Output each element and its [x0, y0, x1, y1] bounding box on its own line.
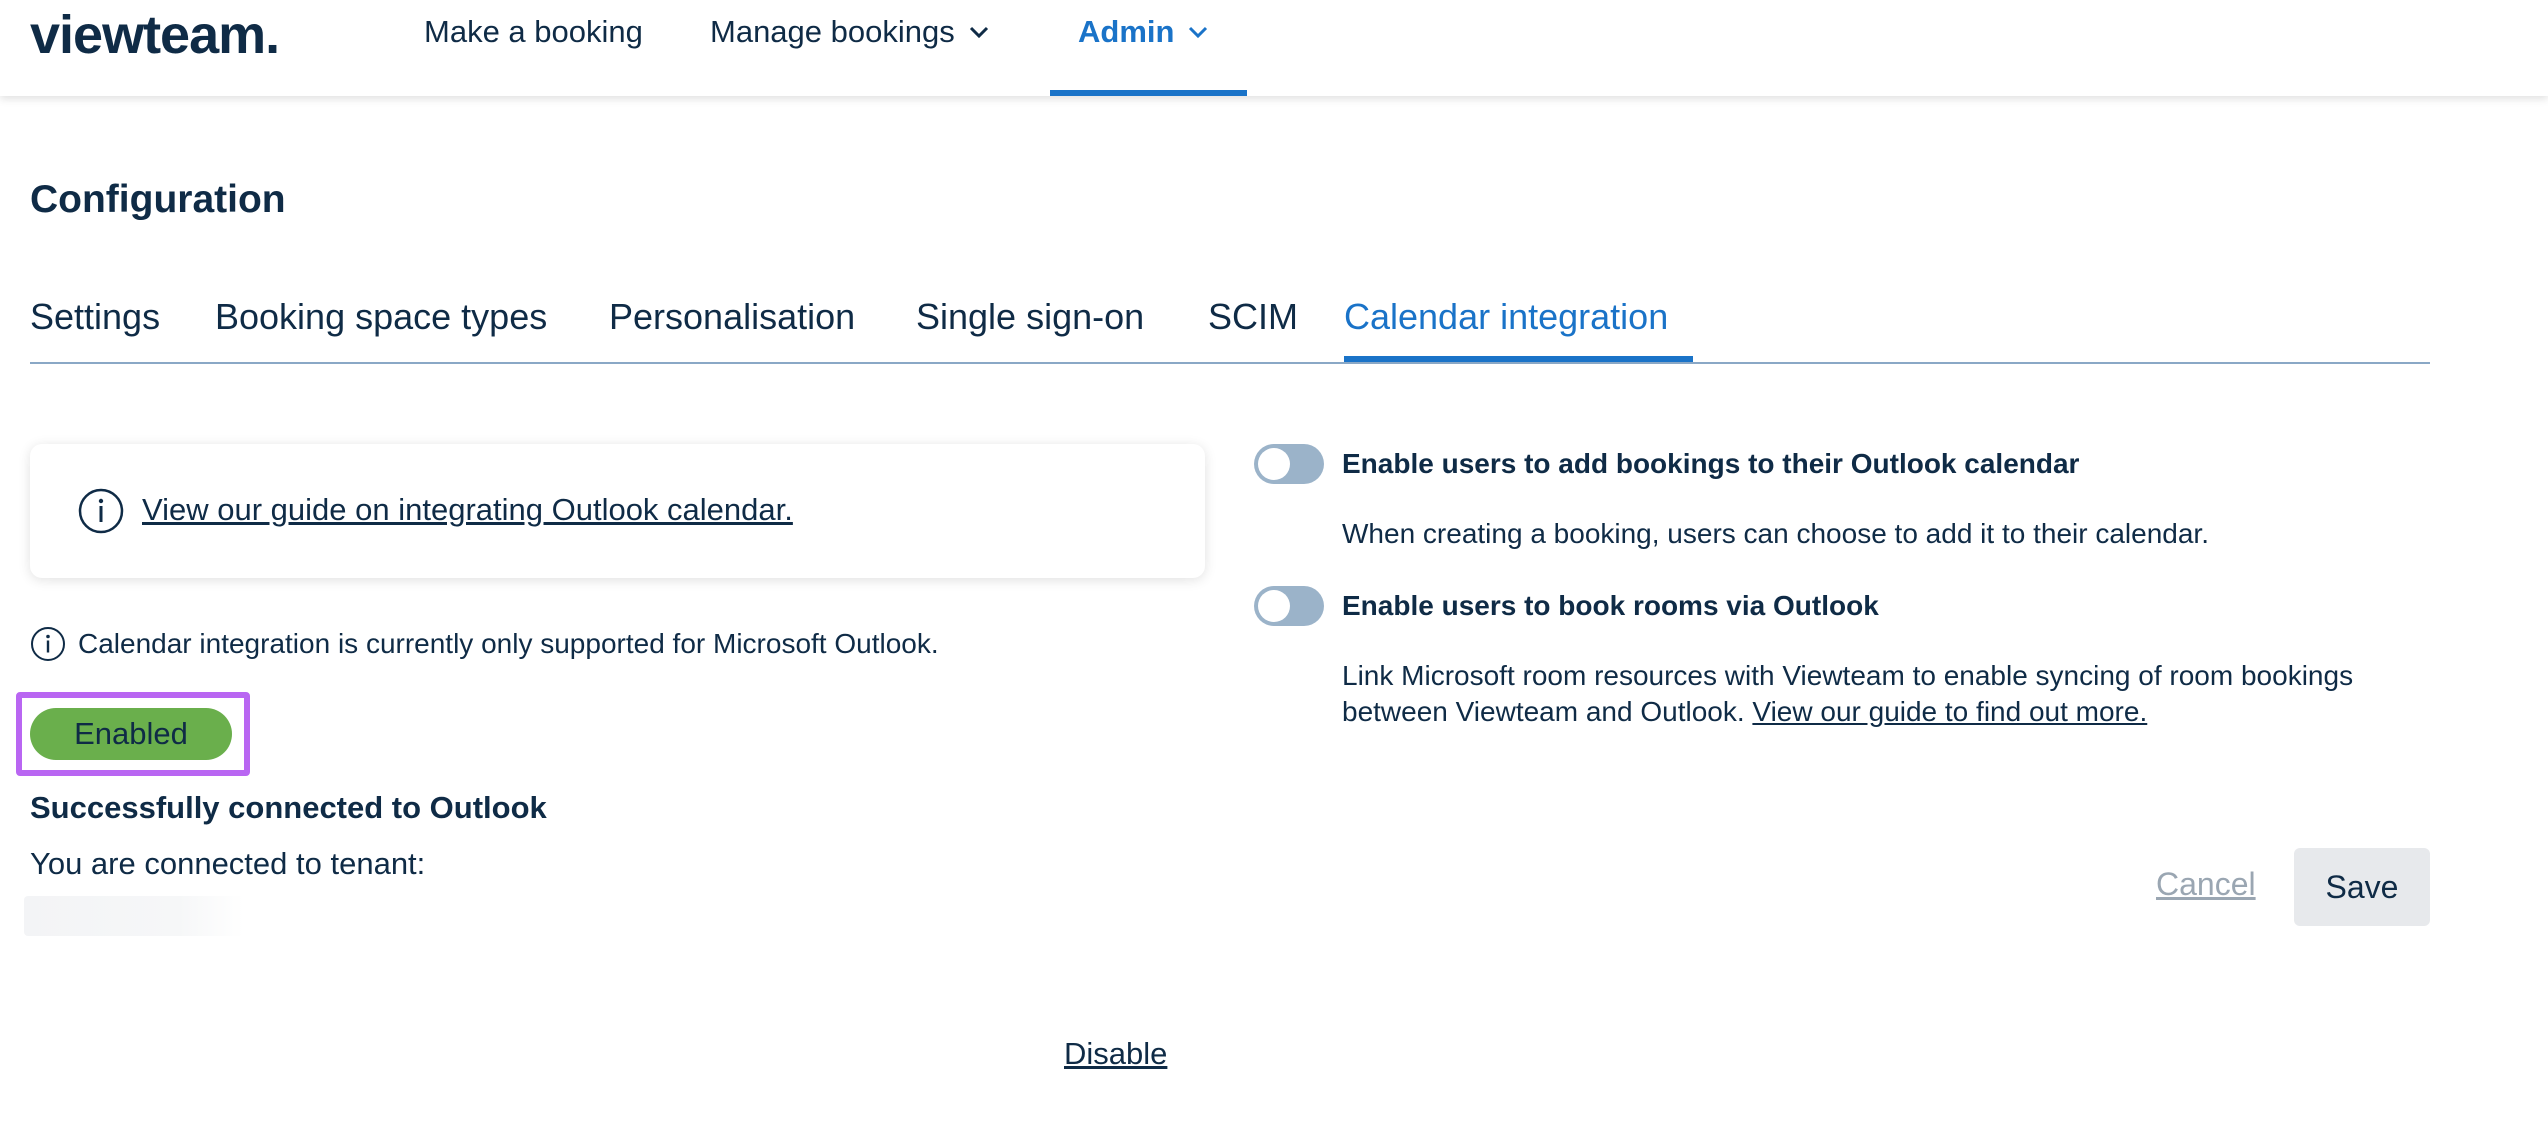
option-title-add-bookings: Enable users to add bookings to their Ou…	[1342, 448, 2080, 479]
viewteam-logo[interactable]: viewteam.	[30, 4, 280, 66]
top-navigation-bar: viewteam. Make a booking Manage bookings…	[0, 0, 2548, 96]
option-title-book-rooms: Enable users to book rooms via Outlook	[1342, 590, 1879, 621]
cancel-button[interactable]: Cancel	[2156, 866, 2256, 903]
chevron-down-icon	[1189, 26, 1208, 39]
config-tabs: Settings Booking space types Personalisa…	[30, 290, 2430, 364]
tenant-label: You are connected to tenant:	[30, 846, 426, 881]
nav-manage-bookings-label: Manage bookings	[710, 14, 955, 49]
chevron-down-icon	[969, 26, 988, 39]
save-button[interactable]: Save	[2294, 848, 2430, 926]
nav-active-indicator	[1050, 90, 1247, 96]
book-rooms-toggle[interactable]	[1254, 586, 1324, 626]
toggle-knob	[1258, 590, 1290, 622]
tab-single-sign-on[interactable]: Single sign-on	[916, 296, 1144, 338]
nav-make-a-booking-label: Make a booking	[424, 14, 643, 49]
nav-make-a-booking[interactable]: Make a booking	[424, 14, 643, 50]
nav-manage-bookings[interactable]: Manage bookings	[710, 14, 989, 50]
tab-personalisation[interactable]: Personalisation	[609, 296, 855, 338]
room-guide-link[interactable]: View our guide to find out more.	[1752, 696, 2147, 727]
tab-calendar-integration[interactable]: Calendar integration	[1344, 296, 1668, 338]
tab-active-indicator	[1344, 356, 1693, 362]
tab-scim[interactable]: SCIM	[1208, 296, 1298, 338]
info-icon	[78, 488, 124, 534]
status-badge: Enabled	[30, 708, 232, 760]
support-note-text: Calendar integration is currently only s…	[78, 628, 939, 659]
tab-settings[interactable]: Settings	[30, 296, 160, 338]
page-title: Configuration	[30, 178, 286, 221]
nav-admin[interactable]: Admin	[1078, 14, 1208, 50]
toggle-knob	[1258, 448, 1290, 480]
outlook-calendar-toggle[interactable]	[1254, 444, 1324, 484]
guide-card: View our guide on integrating Outlook ca…	[30, 444, 1205, 578]
info-icon	[31, 627, 65, 661]
disable-link[interactable]: Disable	[1064, 1036, 1167, 1072]
tab-booking-space-types[interactable]: Booking space types	[215, 296, 547, 338]
connection-status: Successfully connected to Outlook	[30, 790, 547, 825]
nav-admin-label: Admin	[1078, 14, 1175, 49]
option-desc-add-bookings: When creating a booking, users can choos…	[1342, 518, 2209, 549]
support-note: Calendar integration is currently only s…	[30, 626, 939, 662]
tenant-name-redacted	[24, 896, 244, 936]
option-desc-book-rooms: Link Microsoft room resources with Viewt…	[1342, 658, 2442, 730]
outlook-guide-link[interactable]: View our guide on integrating Outlook ca…	[142, 492, 793, 528]
